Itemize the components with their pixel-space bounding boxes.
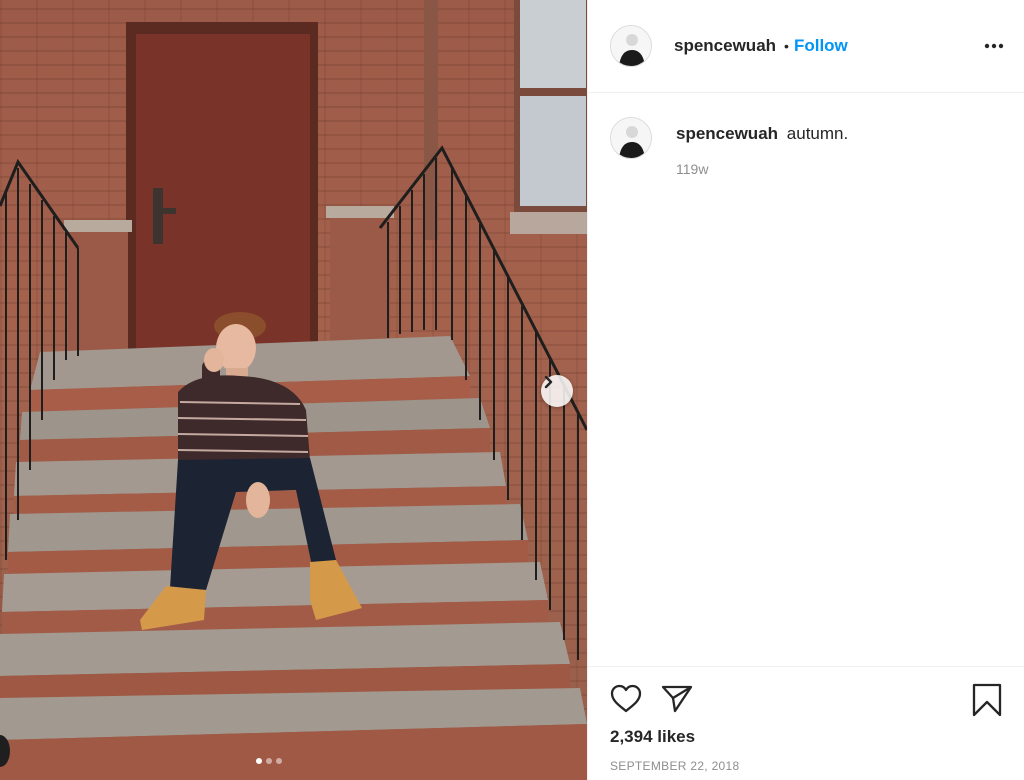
carousel-dots	[256, 758, 282, 764]
post-header: spencewuah • Follow	[588, 0, 1024, 93]
caption-line: spencewuah autumn.	[676, 123, 848, 145]
post-date[interactable]: SEPTEMBER 22, 2018	[610, 759, 1002, 773]
avatar-image	[611, 26, 651, 66]
paper-plane-icon	[661, 685, 693, 713]
heart-icon	[610, 684, 642, 713]
post-photo[interactable]	[0, 0, 587, 780]
more-dots-icon	[984, 43, 1004, 49]
carousel-dot-3	[276, 758, 282, 764]
bookmark-icon	[972, 683, 1002, 717]
caption-age[interactable]: 119w	[676, 161, 848, 177]
caption-avatar[interactable]	[610, 117, 652, 159]
header-username[interactable]: spencewuah	[674, 36, 776, 56]
like-button[interactable]	[610, 684, 642, 714]
carousel-next-button[interactable]	[541, 375, 573, 407]
action-bar	[610, 667, 1002, 731]
post-actions-section: 2,394 likes SEPTEMBER 22, 2018	[588, 666, 1024, 773]
share-button[interactable]	[661, 684, 693, 714]
save-button[interactable]	[972, 683, 1002, 722]
post-side-panel: spencewuah • Follow spencewuah autumn. 1…	[587, 0, 1024, 780]
caption-body: spencewuah autumn. 119w	[676, 123, 848, 177]
caption-avatar-image	[611, 118, 651, 158]
caption-username[interactable]: spencewuah	[676, 124, 778, 143]
post-caption: spencewuah autumn. 119w	[588, 93, 1024, 177]
carousel-dot-1	[256, 758, 262, 764]
more-options-button[interactable]	[982, 34, 1006, 58]
avatar[interactable]	[610, 25, 652, 67]
carousel-dot-2	[266, 758, 272, 764]
header-separator: •	[784, 38, 789, 54]
follow-button[interactable]: Follow	[794, 36, 848, 56]
photo-illustration	[0, 0, 587, 780]
caption-text: autumn.	[786, 124, 849, 143]
chevron-right-icon	[544, 375, 553, 389]
